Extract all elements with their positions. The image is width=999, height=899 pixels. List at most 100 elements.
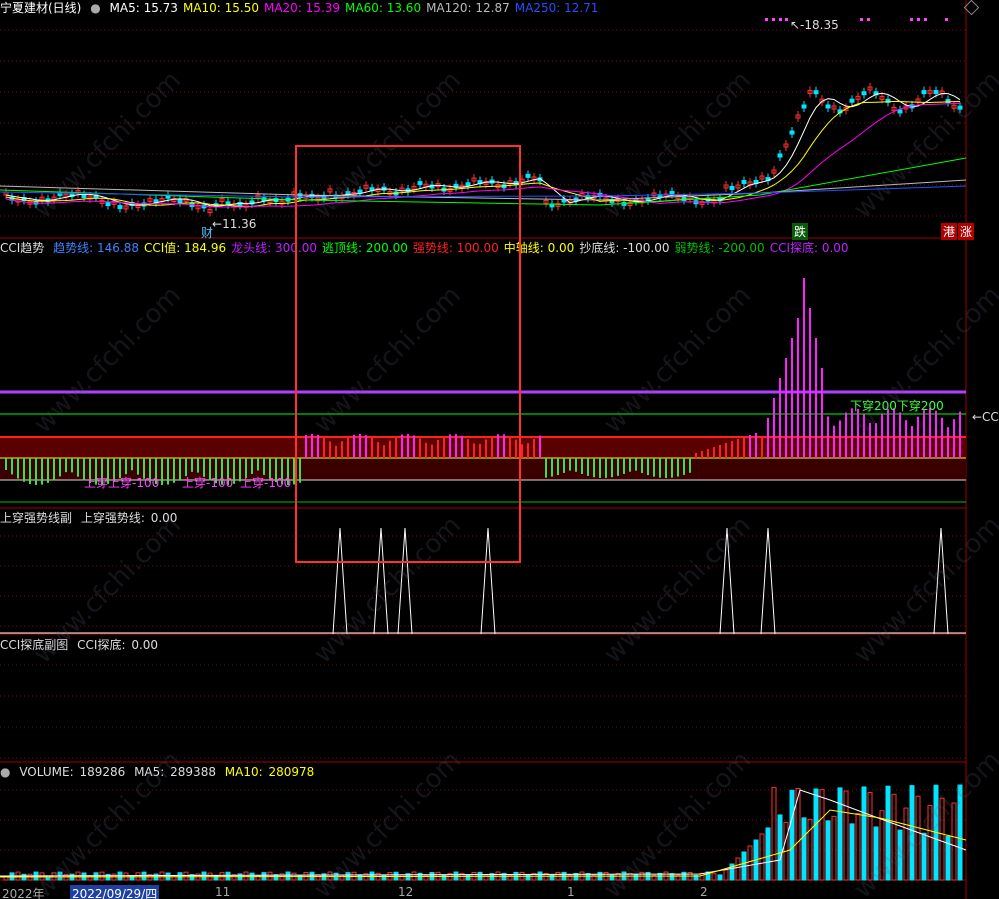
cross-spike: [719, 527, 735, 635]
volume-bar: [885, 785, 891, 881]
ma-ma20-value: MA20: 15.39: [263, 1, 341, 15]
volume-bar: [819, 789, 825, 881]
highlight-box[interactable]: [295, 145, 521, 563]
candle-body: [789, 130, 795, 135]
volume-bar: [357, 874, 363, 881]
cci-right-marker: ←CC: [972, 410, 999, 424]
bottom-panel-label: CCI探底:: [77, 638, 126, 652]
cross-panel-label: 上穿强势线:: [80, 511, 145, 525]
ma-ma120-value: MA120: 12.87: [426, 1, 510, 15]
volume-bar: [201, 871, 207, 881]
tag-cai[interactable]: 财: [199, 224, 215, 241]
signal-dot: [785, 18, 788, 21]
axis-selected-date[interactable]: 2022/09/29/四: [70, 885, 160, 899]
tag-die[interactable]: 跌: [792, 223, 809, 240]
annot-up-cross-3: 上穿-100: [240, 476, 292, 490]
candle-body: [777, 153, 783, 158]
cci-item-1: CCI值: 184.96: [144, 241, 227, 255]
cci-item-8: CCI探底: 0.00: [769, 241, 849, 255]
candle-body: [105, 202, 111, 207]
volume-bar: [897, 829, 903, 881]
volume-panel-header: ● VOLUME: 189286 MA5: 289388 MA10: 28097…: [0, 764, 319, 780]
volume-bar: [225, 871, 231, 881]
tag-gang[interactable]: 港: [941, 223, 958, 240]
volume-bar: [861, 786, 867, 881]
cross-panel-header: 上穿强势线副 上穿强势线: 0.00: [0, 510, 182, 526]
ma-ma10-value: MA10: 15.50: [182, 1, 259, 15]
settings-circle-icon[interactable]: ●: [90, 1, 100, 15]
main-panel-header: 宁夏建材(日线) ● MA5: 15.73 MA10: 15.50 MA20: 15…: [0, 0, 608, 16]
cross-panel-title[interactable]: 上穿强势线副: [0, 511, 72, 525]
cross-spike: [760, 527, 776, 635]
volume-ma5-value: 289388: [170, 765, 216, 779]
volume-bar: [327, 871, 333, 881]
axis-month-2: 2: [700, 885, 708, 899]
volume-bar: [735, 857, 741, 881]
candle-body: [921, 90, 927, 95]
candle-body: [957, 105, 963, 110]
volume-value: 189286: [79, 765, 126, 779]
volume-bar: [855, 813, 861, 881]
stock-name[interactable]: 宁夏建材(日线): [0, 1, 81, 15]
candle-body: [813, 90, 819, 95]
candle-body: [801, 104, 807, 109]
signal-dot: [945, 18, 948, 21]
volume-bar: [921, 832, 927, 881]
volume-ma5-label: MA5:: [134, 765, 165, 779]
volume-bar: [285, 871, 291, 881]
volume-bar: [825, 820, 831, 881]
bottom-panel-value: 0.00: [131, 638, 159, 652]
volume-bar: [723, 869, 729, 881]
cci-item-0: 趋势线: 146.88: [53, 241, 139, 255]
cci-item-6: 抄底线: -100.00: [579, 241, 670, 255]
signal-dot: [860, 18, 863, 21]
volume-bar: [789, 789, 795, 881]
bottom-panel-title[interactable]: CCI探底副图: [0, 638, 68, 652]
volume-label: VOLUME:: [19, 765, 74, 779]
volume-bar: [837, 787, 843, 881]
high-price-marker: ↖-18.35: [790, 18, 839, 32]
volume-ma5-line: [0, 789, 967, 877]
volume-bar: [867, 792, 873, 881]
volume-bar: [717, 874, 723, 881]
volume-bar: [51, 872, 57, 881]
candle-body: [741, 180, 747, 184]
chart-window: { "main_panel": { "stock_name": "宁夏建材(日线…: [0, 0, 999, 899]
volume-bar: [771, 786, 777, 881]
volume-bar: [903, 807, 909, 881]
volume-bar: [891, 793, 897, 881]
volume-bar: [711, 873, 717, 881]
candle-body: [669, 190, 675, 195]
cci-item-7: 弱势线: -200.00: [674, 241, 765, 255]
axis-month-1: 1: [567, 885, 575, 899]
volume-bar: [483, 874, 489, 881]
low-price-marker: ←11.36: [212, 217, 257, 231]
volume-bar: [873, 826, 879, 881]
volume-bar: [399, 874, 405, 881]
signal-dot: [917, 18, 920, 21]
candle-body: [117, 205, 123, 210]
candle-body: [525, 173, 531, 178]
annot-up-cross-2: 上穿-100: [182, 476, 234, 490]
ma-ma60-value: MA60: 13.60: [345, 1, 422, 15]
axis-month-11: 11: [215, 885, 231, 899]
candle-body: [729, 186, 735, 190]
candle-body: [933, 90, 939, 95]
volume-bar: [813, 788, 819, 881]
volume-bar: [183, 871, 189, 881]
volume-bar: [951, 802, 957, 881]
volume-bar: [747, 845, 753, 881]
volume-settings-icon[interactable]: ●: [0, 765, 10, 779]
candle-body: [825, 104, 831, 109]
volume-bar: [243, 871, 249, 881]
volume-bar: [957, 784, 963, 881]
volume-bar: [777, 814, 783, 881]
volume-bar: [765, 827, 771, 881]
volume-bar: [267, 871, 273, 881]
ma-ma5-value: MA5: 15.73: [109, 1, 178, 15]
cci-panel-title[interactable]: CCI趋势: [0, 241, 44, 255]
axis-year: 2022年: [2, 887, 45, 899]
volume-bar: [441, 874, 447, 881]
tag-zhang[interactable]: 涨: [958, 223, 975, 240]
volume-bar: [801, 817, 807, 881]
